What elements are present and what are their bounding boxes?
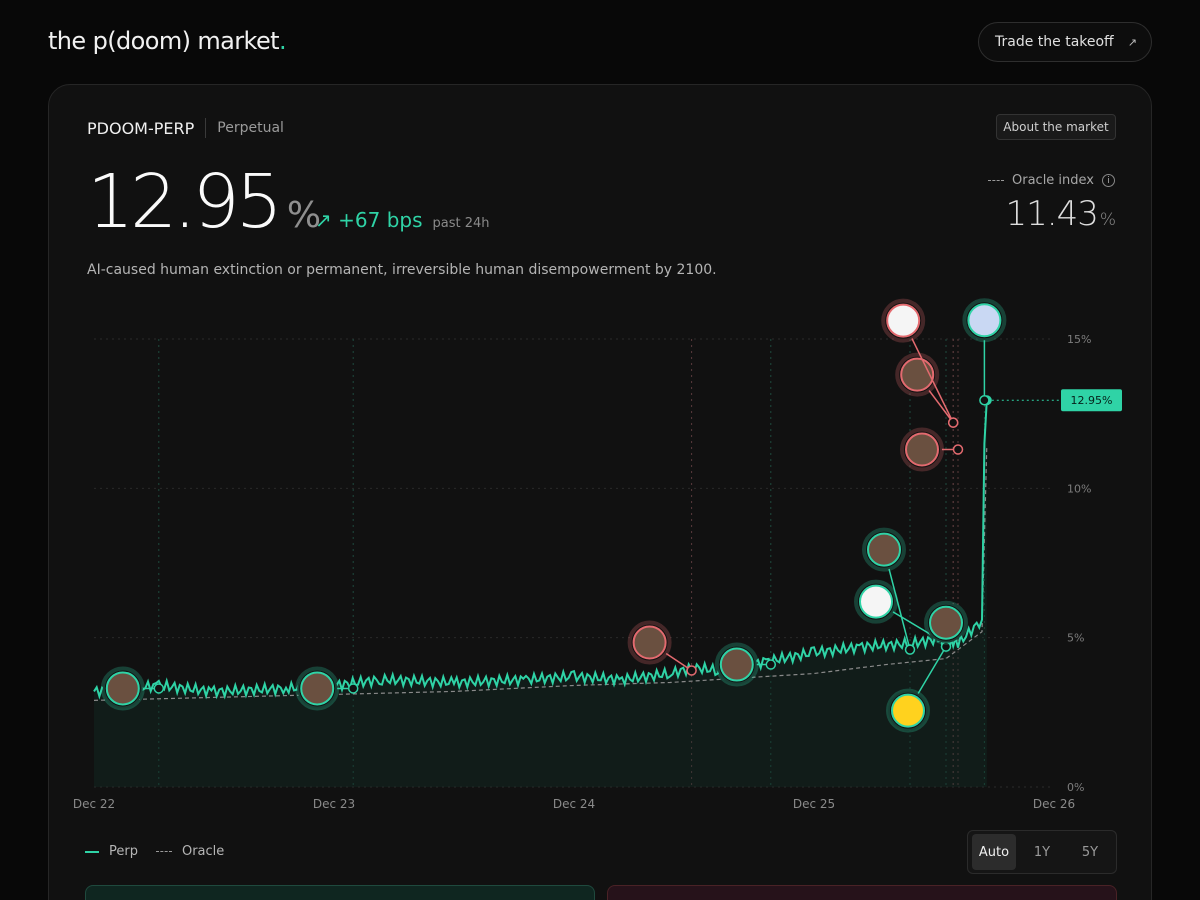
- top-bar: the p(doom) market. Trade the takeoff ↗: [0, 0, 1200, 84]
- oracle-index: Oracle index i 11.43%: [988, 173, 1117, 234]
- oracle-label-row: Oracle index i: [988, 173, 1115, 188]
- ticker-symbol: PDOOM-PERP: [87, 118, 195, 138]
- legend-perp-label: Perp: [109, 844, 138, 859]
- person-avatar-icon[interactable]: [867, 532, 901, 567]
- time-range-selector: Auto 1Y 5Y: [967, 830, 1117, 874]
- oracle-unit: %: [1099, 210, 1116, 230]
- event-point: [347, 683, 359, 694]
- person-avatar-icon[interactable]: [719, 647, 754, 682]
- market-description: AI-caused human extinction or permanent,…: [87, 262, 717, 278]
- openai-logo-icon[interactable]: [886, 303, 921, 338]
- arrow-up-right-icon: ↗: [315, 208, 332, 232]
- event-point: [153, 683, 165, 694]
- price-change: ↗ +67 bps past 24h: [315, 208, 490, 232]
- info-icon[interactable]: i: [1102, 174, 1115, 187]
- event-point: [952, 444, 964, 455]
- event-point: [947, 417, 959, 428]
- person-avatar-icon[interactable]: [300, 671, 335, 706]
- y-tick-label: 10%: [1067, 482, 1091, 495]
- market-type: Perpetual: [217, 120, 284, 136]
- deepseek-logo-icon[interactable]: [967, 303, 1002, 338]
- trade-the-takeoff-button[interactable]: Trade the takeoff ↗: [978, 22, 1152, 62]
- person-avatar-icon[interactable]: [900, 357, 935, 392]
- ticker-divider: [205, 118, 207, 138]
- x-tick-label: Dec 23: [313, 797, 355, 811]
- site-logo[interactable]: the p(doom) market.: [48, 27, 287, 55]
- event-point: [765, 659, 777, 670]
- y-tick-label: 15%: [1067, 333, 1091, 346]
- change-period: past 24h: [432, 216, 490, 231]
- change-amount: +67 bps: [338, 208, 423, 232]
- change-value: ↗ +67 bps: [315, 208, 423, 232]
- legend-oracle: Oracle: [155, 844, 225, 859]
- x-tick-label: Dec 22: [73, 797, 115, 811]
- price-chart[interactable]: 0% 5% 10% 15% Dec 22 Dec 23 Dec 24 Dec 25 Dec 26…: [49, 295, 1153, 815]
- range-auto[interactable]: Auto: [972, 834, 1016, 870]
- short-panel[interactable]: [607, 885, 1117, 900]
- trade-button-label: Trade the takeoff: [995, 34, 1114, 50]
- market-card: PDOOM-PERP Perpetual About the market 12…: [48, 84, 1152, 900]
- person-avatar-icon[interactable]: [905, 432, 939, 467]
- range-5y[interactable]: 5Y: [1068, 834, 1112, 870]
- logo-text: the p(doom) market: [48, 27, 280, 55]
- legend-perp: Perp: [85, 844, 138, 859]
- person-avatar-icon[interactable]: [632, 625, 667, 660]
- logo-dot: .: [278, 27, 287, 55]
- ticker-row: PDOOM-PERP Perpetual: [87, 118, 284, 138]
- current-price-label: 12.95%: [1071, 394, 1113, 407]
- person-avatar-icon[interactable]: [929, 605, 963, 640]
- dashed-line-icon: [988, 180, 1004, 181]
- person-avatar-icon[interactable]: [105, 671, 140, 706]
- perp-series-line: [93, 400, 988, 700]
- x-tick-label: Dec 24: [553, 797, 595, 811]
- long-panel[interactable]: [85, 885, 595, 900]
- oracle-label: Oracle index: [1012, 173, 1094, 188]
- y-tick-label: 0%: [1067, 781, 1084, 794]
- range-1y[interactable]: 1Y: [1020, 834, 1064, 870]
- about-market-button[interactable]: About the market: [996, 114, 1116, 140]
- chart-legend: Perp Oracle: [85, 844, 224, 859]
- huggingface-logo-icon[interactable]: [891, 693, 925, 728]
- event-point: [686, 665, 697, 676]
- y-tick-label: 5%: [1067, 632, 1084, 645]
- legend-oracle-label: Oracle: [181, 844, 225, 859]
- oracle-value: 11.43: [1005, 194, 1099, 234]
- x-tick-label: Dec 26: [1033, 797, 1075, 811]
- oracle-value-row: 11.43%: [988, 194, 1117, 234]
- arrow-up-right-icon: ↗: [1127, 35, 1137, 49]
- anthropic-logo-icon[interactable]: [859, 584, 893, 619]
- dashed-line-icon: [155, 851, 172, 852]
- chart-svg[interactable]: 0% 5% 10% 15% Dec 22 Dec 23 Dec 24 Dec 25 Dec 26…: [49, 295, 1153, 815]
- price-value: 12.95: [87, 159, 283, 245]
- price-display: 12.95 %: [87, 159, 321, 245]
- perp-area-fill: [94, 400, 987, 787]
- event-point: [904, 644, 916, 655]
- x-tick-label: Dec 25: [793, 797, 835, 811]
- solid-line-icon: [85, 850, 99, 853]
- event-point: [979, 394, 990, 406]
